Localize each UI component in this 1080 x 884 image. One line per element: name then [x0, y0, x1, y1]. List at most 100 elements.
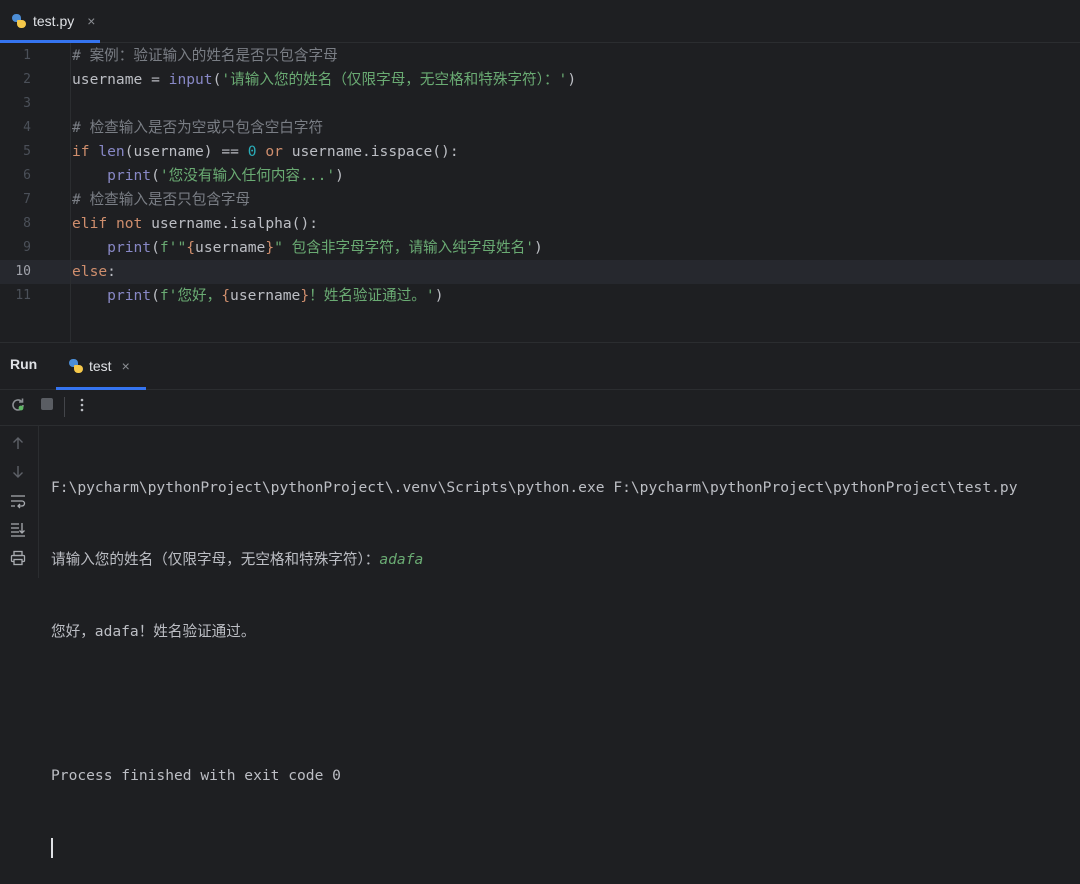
scroll-to-end-icon[interactable] [9, 521, 27, 539]
code-text: else: [72, 260, 116, 284]
code-text: elif not username.isalpha(): [72, 212, 318, 236]
code-token: username.isalpha(): [151, 215, 319, 232]
line-number[interactable]: 10 [0, 260, 31, 284]
code-token: : [107, 263, 116, 280]
indent-guide [70, 43, 71, 342]
code-line[interactable]: 3 [0, 92, 1080, 116]
code-token: ) [534, 239, 543, 256]
code-line[interactable]: 1 # 案例：验证输入的姓名是否只包含字母 [0, 44, 1080, 68]
close-icon[interactable]: × [87, 13, 95, 29]
python-file-icon [68, 358, 84, 374]
line-number[interactable]: 9 [0, 236, 31, 260]
code-token: f'" [159, 239, 187, 256]
code-token: } [265, 239, 275, 256]
text-caret [51, 838, 53, 858]
code-token: or [256, 143, 292, 160]
code-token: { [186, 239, 196, 256]
editor-tab-label: test.py [33, 13, 75, 29]
run-panel-title: Run [10, 356, 38, 372]
code-token: { [221, 287, 231, 304]
rerun-icon[interactable] [9, 397, 27, 415]
more-icon[interactable] [73, 397, 91, 415]
code-line[interactable]: 6 print('您没有输入任何内容...') [0, 164, 1080, 188]
console-output-line: 您好，adafa！姓名验证通过。 [51, 623, 256, 640]
code-line[interactable]: 8 elif not username.isalpha(): [0, 212, 1080, 236]
line-number[interactable]: 8 [0, 212, 31, 236]
editor-tab-test-py[interactable]: test.py × [0, 0, 108, 43]
line-number[interactable]: 7 [0, 188, 31, 212]
code-line[interactable]: 9 print(f'"{username}" 包含非字母字符，请输入纯字母姓名'… [0, 236, 1080, 260]
code-text: # 检查输入是否为空或只包含空白字符 [72, 116, 323, 140]
code-editor[interactable]: 1 # 案例：验证输入的姓名是否只包含字母 2 username = input ( '请… [0, 43, 1080, 342]
code-token: if [72, 143, 99, 160]
code-line[interactable]: 11 print(f'您好，{username}！姓名验证通过。') [0, 284, 1080, 308]
code-text: # 案例：验证输入的姓名是否只包含字母 [72, 44, 338, 68]
editor-tab-bar: test.py × [0, 0, 1080, 43]
print-icon[interactable] [9, 550, 27, 568]
code-line[interactable]: 7 # 检查输入是否只包含字母 [0, 188, 1080, 212]
code-token: ) [335, 167, 344, 184]
code-token: # 检查输入是否只包含字母 [72, 191, 251, 208]
code-line[interactable]: 5 if len(username) == 0 or username.isspa… [0, 140, 1080, 164]
stop-icon[interactable] [38, 397, 56, 415]
code-line[interactable]: 10 else: [0, 260, 1080, 284]
code-token: username [195, 239, 266, 256]
line-number[interactable]: 6 [0, 164, 31, 188]
code-token: print [107, 239, 152, 256]
run-panel-header: Run test × [0, 342, 1080, 390]
console-command-line: F:\pycharm\pythonProject\pythonProject\.… [51, 479, 1018, 496]
code-text: print(f'您好，{username}！姓名验证通过。') [72, 284, 443, 308]
run-tab-label: test [89, 358, 112, 374]
python-file-icon [11, 13, 27, 29]
code-token: ) [434, 287, 444, 304]
code-token: username.isspace(): [291, 143, 459, 160]
code-token: # 检查输入是否为空或只包含空白字符 [72, 119, 324, 136]
code-token: '您没有输入任何内容...' [159, 167, 336, 184]
line-number[interactable]: 11 [0, 284, 31, 308]
code-token: else [72, 263, 108, 280]
code-token: " 包含非字母字符，请输入纯字母姓名' [274, 239, 535, 256]
line-number[interactable]: 2 [0, 68, 31, 92]
code-token: (username) == [124, 143, 248, 160]
code-line[interactable]: 2 username = input('请输入您的姓名（仅限字母，无空格和特殊字符… [0, 68, 1080, 92]
console-side-toolbar [0, 426, 39, 578]
code-token: username = [72, 71, 169, 88]
line-number[interactable]: 1 [0, 44, 31, 68]
code-token: ( [151, 239, 160, 256]
run-tab-test[interactable]: test × [56, 343, 146, 390]
code-token: '请输入您的姓名（仅限字母，无空格和特殊字符）：' [221, 71, 568, 88]
line-number[interactable]: 5 [0, 140, 31, 164]
code-token: ！姓名验证通过。' [309, 287, 435, 304]
arrow-down-icon[interactable] [9, 465, 27, 483]
code-token: elif [72, 215, 116, 232]
code-text: print('您没有输入任何内容...') [72, 164, 344, 188]
console-user-input: adafa [379, 551, 424, 568]
code-token: input [168, 71, 213, 88]
code-token: len [98, 143, 125, 160]
soft-wrap-icon[interactable] [9, 493, 27, 511]
arrow-up-icon[interactable] [9, 436, 27, 454]
line-number[interactable]: 4 [0, 116, 31, 140]
console-input-line[interactable] [51, 836, 1017, 860]
code-token: ( [151, 287, 160, 304]
run-toolbar [0, 389, 1080, 426]
code-token: # 案例：验证输入的姓名是否只包含字母 [72, 47, 338, 64]
console-prompt-line: 请输入您的姓名（仅限字母，无空格和特殊字符）：adafa [51, 548, 1017, 572]
console-output[interactable]: F:\pycharm\pythonProject\pythonProject\.… [51, 428, 1017, 884]
code-token: ) [567, 71, 577, 88]
code-token: ( [151, 167, 160, 184]
code-token: } [300, 287, 310, 304]
code-token: f'您好， [159, 287, 222, 304]
close-icon[interactable]: × [122, 358, 130, 374]
toolbar-separator [64, 397, 65, 417]
code-text: if len(username) == 0 or username.isspac… [72, 140, 459, 164]
code-token: 0 [247, 143, 257, 160]
code-line[interactable]: 4 # 检查输入是否为空或只包含空白字符 [0, 116, 1080, 140]
line-number[interactable]: 3 [0, 92, 31, 116]
code-text: # 检查输入是否只包含字母 [72, 188, 250, 212]
code-token: username [230, 287, 301, 304]
